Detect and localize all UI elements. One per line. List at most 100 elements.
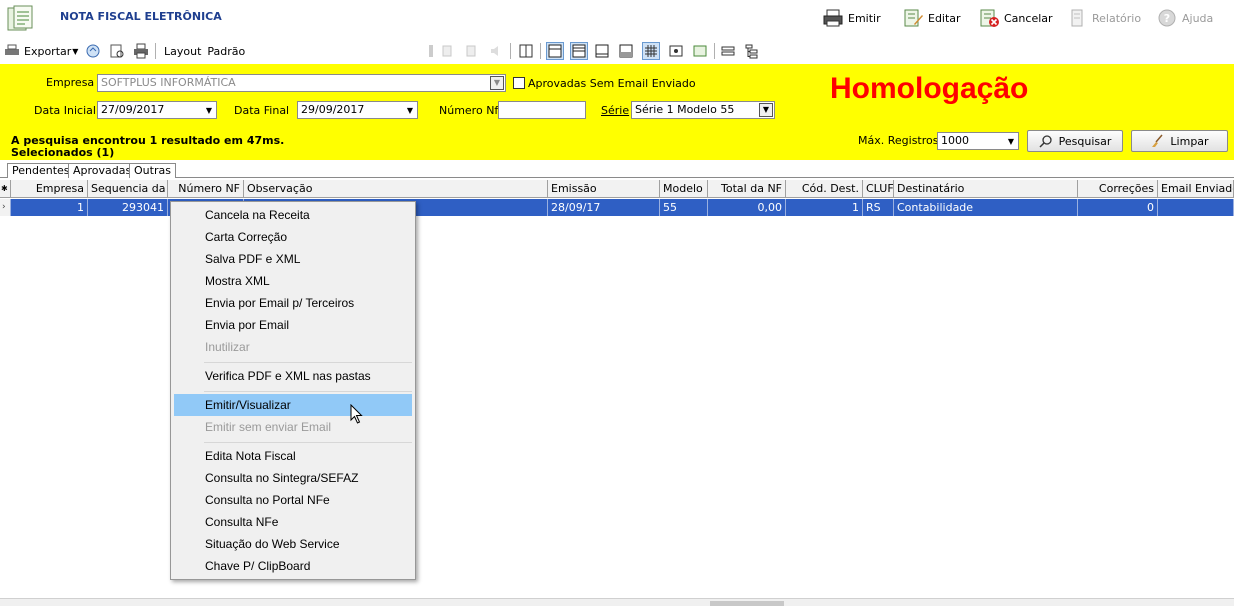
menu-item-emitir-visualizar[interactable]: Emitir/Visualizar	[174, 394, 412, 416]
max-registros-select[interactable]: 1000 ▼	[937, 132, 1019, 150]
menu-item-verifica-pdf-xml[interactable]: Verifica PDF e XML nas pastas	[174, 365, 412, 387]
tab-outras[interactable]: Outras	[129, 163, 176, 178]
limpar-button[interactable]: Limpar	[1131, 130, 1228, 152]
footer-view-icon[interactable]	[594, 43, 610, 59]
menu-item-consulta-sintegra[interactable]: Consulta no Sintegra/SEFAZ	[174, 467, 412, 489]
relatorio-button[interactable]: Relatório	[1066, 7, 1141, 29]
cell-email-enviados	[1158, 199, 1234, 216]
empresa-value: SOFTPLUS INFORMÁTICA	[101, 76, 236, 89]
ajuda-button[interactable]: ? Ajuda	[1156, 7, 1213, 29]
column-header-destinatario[interactable]: Destinatário	[894, 180, 1078, 198]
menu-item-situacao-web-service[interactable]: Situação do Web Service	[174, 533, 412, 555]
cell-sequencia: 293041	[88, 199, 168, 216]
cell-empresa: 1	[11, 199, 88, 216]
print-icon[interactable]	[133, 43, 149, 59]
cell-emissao: 28/09/17	[548, 199, 660, 216]
column-header-total[interactable]: Total da NF	[708, 180, 786, 198]
toolbar-separator	[510, 43, 511, 59]
layout-selector[interactable]: Layout Padrão	[164, 42, 245, 60]
header-view-icon[interactable]	[546, 42, 564, 60]
emitir-button[interactable]: Emitir	[822, 7, 881, 29]
help-icon: ?	[1158, 9, 1176, 27]
copy-icon[interactable]	[440, 43, 456, 59]
cell-destinatario: Contabilidade	[894, 199, 1078, 216]
chevron-down-icon[interactable]: ▼	[759, 103, 773, 117]
preview-icon[interactable]	[668, 43, 684, 59]
printer-icon	[823, 9, 843, 27]
print-preview-icon[interactable]	[109, 43, 125, 59]
cell-correcoes: 0	[1078, 199, 1158, 216]
numero-nf-input[interactable]	[498, 101, 586, 119]
column-header-modelo[interactable]: Modelo	[660, 180, 708, 198]
chevron-down-icon[interactable]: ▼	[407, 103, 413, 118]
editar-label: Editar	[928, 11, 961, 25]
column-header-sequencia[interactable]: Sequencia da N	[88, 180, 168, 198]
menu-item-chave-clipboard[interactable]: Chave P/ ClipBoard	[174, 555, 412, 577]
aprovadas-checkbox[interactable]	[513, 77, 525, 89]
toolbar-separator	[155, 43, 156, 59]
column-header-correcoes[interactable]: Correções	[1078, 180, 1158, 198]
tab-bar: Pendentes Aprovadas Outras	[0, 160, 1234, 178]
column-header-empresa[interactable]: Empresa	[11, 180, 88, 198]
data-inicial-field[interactable]: 27/09/2017 ▼	[97, 101, 217, 119]
column-header-email-enviados[interactable]: Email Enviados	[1158, 180, 1234, 198]
menu-item-envia-email-terceiros[interactable]: Envia por Email p/ Terceiros	[174, 292, 412, 314]
menu-item-mostra-xml[interactable]: Mostra XML	[174, 270, 412, 292]
horizontal-scrollbar[interactable]	[0, 598, 1234, 606]
toolbar-separator	[714, 43, 715, 59]
layout-value: Padrão	[207, 44, 246, 58]
tab-aprovadas[interactable]: Aprovadas	[68, 163, 137, 178]
chevron-down-icon[interactable]: ▼	[490, 76, 504, 90]
cancelar-button[interactable]: Cancelar	[978, 7, 1053, 29]
summary-view-icon[interactable]	[618, 43, 634, 59]
columns-icon[interactable]	[518, 43, 534, 59]
cancelar-label: Cancelar	[1004, 11, 1053, 25]
export-icon	[5, 44, 19, 55]
grid-lines-icon[interactable]	[642, 42, 660, 60]
menu-item-emitir-sem-email[interactable]: Emitir sem enviar Email	[174, 416, 412, 438]
max-registros-value: 1000	[941, 134, 969, 147]
picture-icon[interactable]	[692, 43, 708, 59]
menu-item-cancela-receita[interactable]: Cancela na Receita	[174, 204, 412, 226]
select-all-icon[interactable]: ✱	[0, 180, 11, 198]
row-indicator-icon[interactable]: ›	[0, 199, 11, 216]
column-header-numero-nf[interactable]: Número NF	[168, 180, 244, 198]
filter-panel: Empresa SOFTPLUS INFORMÁTICA ▼ Aprovadas…	[0, 64, 1234, 160]
tab-pendentes[interactable]: Pendentes	[7, 163, 75, 178]
expand-icon[interactable]	[720, 43, 736, 59]
serie-select[interactable]: Série 1 Modelo 55 ▼	[631, 101, 775, 119]
menu-item-envia-email[interactable]: Envia por Email	[174, 314, 412, 336]
numero-nf-label: Número Nf	[439, 104, 499, 117]
pesquisar-label: Pesquisar	[1058, 134, 1112, 148]
column-header-cod-dest[interactable]: Cód. Dest.	[786, 180, 863, 198]
menu-item-consulta-nfe[interactable]: Consulta NFe	[174, 511, 412, 533]
group-view-icon[interactable]	[570, 42, 588, 60]
pesquisar-button[interactable]: Pesquisar	[1027, 130, 1123, 152]
tree-icon[interactable]	[744, 43, 760, 59]
column-header-emissao[interactable]: Emissão	[548, 180, 660, 198]
broom-icon	[1152, 134, 1163, 147]
menu-item-inutilizar[interactable]: Inutilizar	[174, 336, 412, 358]
svg-text:?: ?	[1164, 12, 1170, 25]
menu-item-edita-nota[interactable]: Edita Nota Fiscal	[174, 445, 412, 467]
cancel-document-icon	[980, 9, 999, 27]
edit-document-icon	[904, 9, 923, 27]
empresa-select[interactable]: SOFTPLUS INFORMÁTICA ▼	[97, 74, 506, 92]
empresa-label: Empresa	[46, 76, 95, 89]
sound-icon[interactable]	[488, 43, 504, 59]
chevron-down-icon[interactable]: ▼	[1008, 134, 1014, 149]
refresh-icon[interactable]	[85, 43, 101, 59]
column-header-cluf[interactable]: CLUF	[863, 180, 894, 198]
paste-icon[interactable]	[464, 43, 480, 59]
scrollbar-thumb[interactable]	[710, 601, 784, 606]
export-button[interactable]: Exportar ▼	[4, 42, 78, 60]
menu-item-carta-correcao[interactable]: Carta Correção	[174, 226, 412, 248]
editar-button[interactable]: Editar	[902, 7, 961, 29]
menu-item-consulta-portal[interactable]: Consulta no Portal NFe	[174, 489, 412, 511]
app-title: NOTA FISCAL ELETRÔNICA	[60, 10, 222, 23]
data-final-field[interactable]: 29/09/2017 ▼	[297, 101, 418, 119]
serie-label: Série	[601, 104, 630, 117]
column-header-observacao[interactable]: Observação	[244, 180, 548, 198]
menu-item-salva-pdf-xml[interactable]: Salva PDF e XML	[174, 248, 412, 270]
chevron-down-icon[interactable]: ▼	[206, 103, 212, 118]
